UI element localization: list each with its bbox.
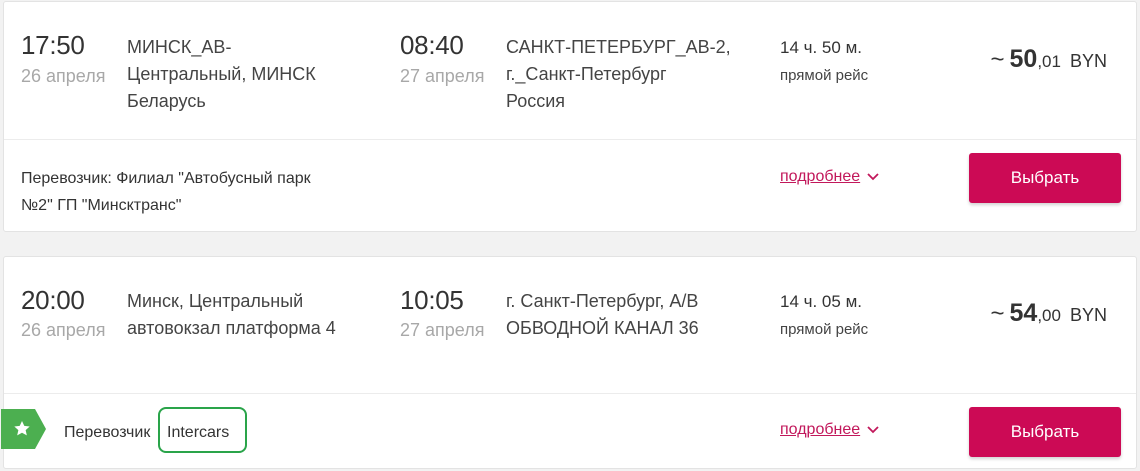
- divider: [4, 393, 1136, 394]
- arrival-place: САНКТ-ПЕТЕРБУРГ_АВ-2, г._Санкт-Петербург…: [506, 34, 731, 115]
- details-link-label: подробнее: [780, 421, 861, 438]
- star-icon: [14, 420, 30, 436]
- trip-duration: 14 ч. 05 м.: [780, 292, 862, 311]
- arrival-date: 27 апреля: [400, 66, 485, 86]
- departure-place-line: Центральный, МИНСК: [127, 64, 316, 84]
- trip-card: 17:50 26 апреля МИНСК_АВ- Центральный, М…: [3, 1, 1137, 232]
- details-link[interactable]: подробнее: [780, 168, 880, 186]
- departure-place-line: Беларусь: [127, 91, 206, 111]
- price-main: 50: [1009, 45, 1038, 73]
- carrier-label: Перевозчик: [64, 424, 151, 441]
- chevron-down-icon: [867, 426, 879, 434]
- arrival-time: 08:40: [400, 30, 464, 60]
- departure-place-line: Минск, Центральный: [127, 291, 304, 311]
- select-button-label: Выбрать: [1010, 168, 1080, 187]
- price-approx: ~: [990, 300, 1005, 327]
- trip-type: прямой рейс: [780, 321, 869, 338]
- select-button[interactable]: Выбрать: [969, 153, 1121, 203]
- price-cents: ,00: [1037, 306, 1061, 325]
- departure-date: 26 апреля: [21, 66, 106, 86]
- arrival-place-line: Россия: [506, 91, 566, 111]
- departure-place-line: МИНСК_АВ-: [127, 37, 232, 57]
- arrival-place-line: САНКТ-ПЕТЕРБУРГ_АВ-2,: [506, 37, 731, 57]
- price: ~ 54,00 BYN: [957, 299, 1107, 328]
- divider: [4, 139, 1136, 140]
- price-currency: BYN: [1069, 305, 1107, 325]
- arrival-place-line: ОБВОДНОЙ КАНАЛ 36: [506, 318, 699, 338]
- departure-time: 20:00: [21, 285, 85, 315]
- departure-place-line: автовокзал платформа 4: [127, 318, 336, 338]
- price: ~ 50,01 BYN: [957, 45, 1107, 74]
- price-approx: ~: [990, 46, 1005, 73]
- departure-date: 26 апреля: [21, 320, 106, 340]
- arrival-place-line: г._Санкт-Петербург: [506, 64, 667, 84]
- arrival-time: 10:05: [400, 285, 464, 315]
- price-main: 54: [1009, 299, 1038, 327]
- trip-duration: 14 ч. 50 м.: [780, 38, 862, 57]
- trip-type: прямой рейс: [780, 67, 869, 84]
- carrier-line: №2" ГП "Минсктранс": [21, 197, 182, 214]
- highlight-box: [158, 407, 247, 453]
- departure-place: МИНСК_АВ- Центральный, МИНСК Беларусь: [127, 34, 316, 115]
- departure-place: Минск, Центральный автовокзал платформа …: [127, 288, 336, 342]
- price-currency: BYN: [1069, 51, 1107, 71]
- chevron-down-icon: [867, 173, 879, 181]
- trip-card: 20:00 26 апреля Минск, Центральный автов…: [1, 256, 1137, 469]
- details-link[interactable]: подробнее: [780, 421, 880, 439]
- carrier-info: Перевозчик: Филиал "Автобусный парк №2" …: [21, 165, 311, 219]
- departure-time: 17:50: [21, 30, 85, 60]
- select-button[interactable]: Выбрать: [969, 407, 1121, 457]
- select-button-label: Выбрать: [1010, 422, 1080, 441]
- arrival-place-line: г. Санкт-Петербург, А/В: [506, 291, 699, 311]
- carrier-line: Перевозчик: Филиал "Автобусный парк: [21, 170, 311, 187]
- arrival-place: г. Санкт-Петербург, А/В ОБВОДНОЙ КАНАЛ 3…: [506, 288, 699, 342]
- price-cents: ,01: [1037, 52, 1061, 71]
- details-link-label: подробнее: [780, 168, 861, 185]
- arrival-date: 27 апреля: [400, 320, 485, 340]
